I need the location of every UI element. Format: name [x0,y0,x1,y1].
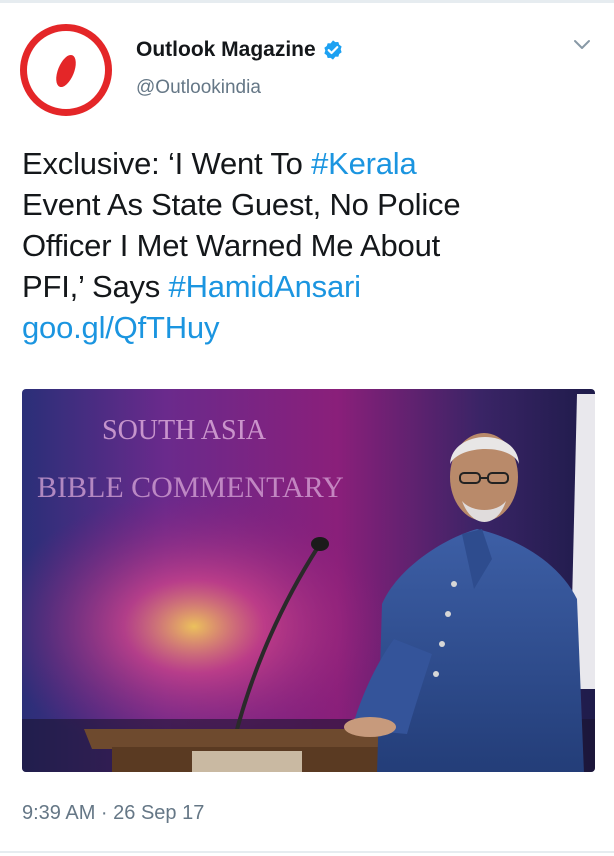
tweet-line-5: goo.gl/QfTHuy [22,307,602,348]
top-divider [0,0,614,3]
tweet-text-segment: Exclusive: ‘I Went To [22,146,312,181]
tweet-timestamp[interactable]: 9:39 AM · 26 Sep 17 [22,802,204,825]
tweet-text-segment: Event As State Guest, No Police [22,187,461,222]
tweet-line-1: Exclusive: ‘I Went To #Kerala [22,143,602,184]
tweet-line-3: Officer I Met Warned Me About [22,225,602,266]
hashtag-kerala-link[interactable]: #Kerala [311,146,417,181]
account-handle[interactable]: @Outlookindia [136,77,261,99]
tweet-text-segment: PFI,’ Says [22,269,169,304]
speaker-at-podium-photo: SOUTH ASIA BIBLE COMMENTARY [22,389,595,772]
hashtag-hamidansari-link[interactable]: #HamidAnsari [169,269,361,304]
author-row[interactable]: Outlook Magazine [136,38,344,62]
account-name[interactable]: Outlook Magazine [136,38,316,62]
tweet-photo[interactable]: SOUTH ASIA BIBLE COMMENTARY [22,389,595,772]
backdrop-text-line2: BIBLE COMMENTARY [37,471,344,504]
short-url-link[interactable]: goo.gl/QfTHuy [22,310,219,345]
tweet-line-2: Event As State Guest, No Police [22,184,602,225]
backdrop-text-line1: SOUTH ASIA [102,415,267,446]
chevron-down-icon[interactable] [572,38,592,52]
tweet-text: Exclusive: ‘I Went To #Kerala Event As S… [22,143,602,348]
outlook-logo-icon [56,54,76,88]
tweet-line-4: PFI,’ Says #HamidAnsari [22,266,602,307]
verified-badge-icon [324,40,342,60]
bottom-divider [0,851,614,853]
avatar[interactable] [20,24,112,116]
tweet-text-segment: Officer I Met Warned Me About [22,228,441,263]
